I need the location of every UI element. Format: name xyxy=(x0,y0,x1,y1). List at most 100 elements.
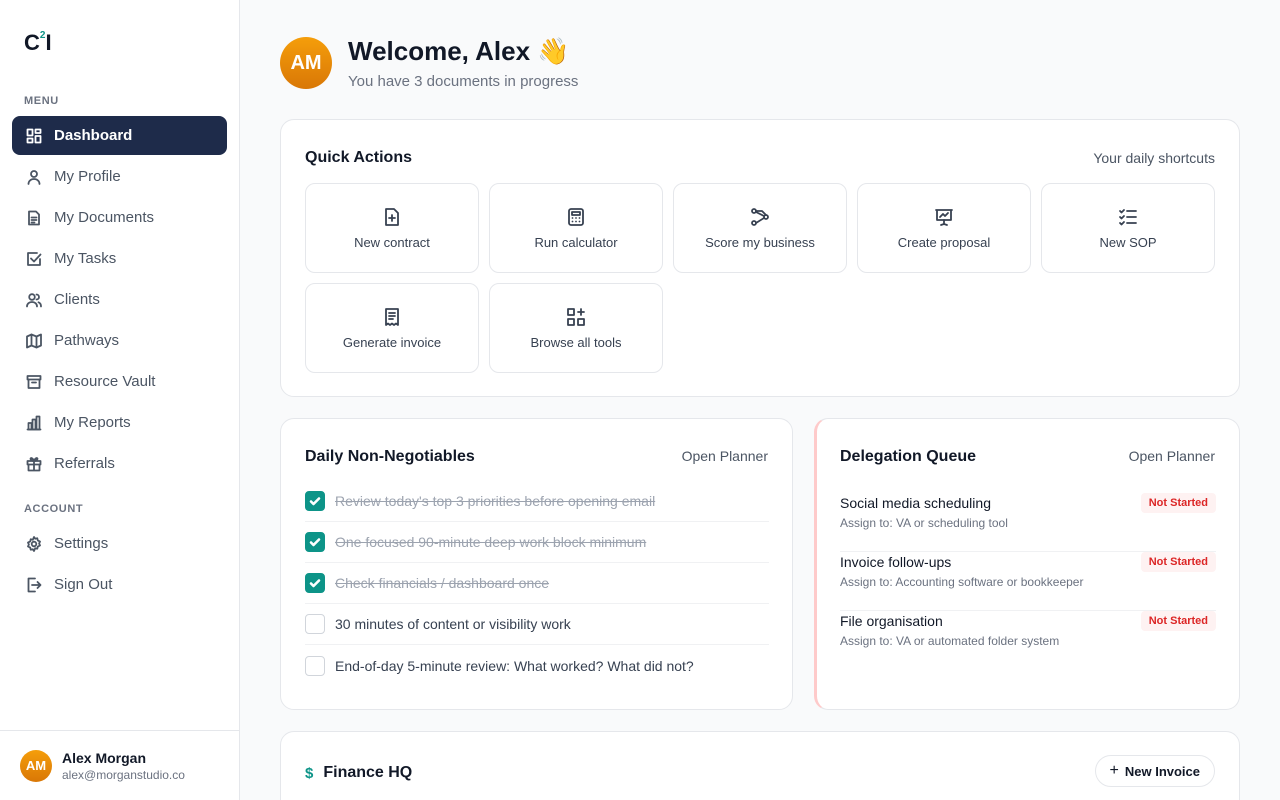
delegation-item[interactable]: Social media scheduling Assign to: VA or… xyxy=(840,493,1216,552)
file-plus-icon xyxy=(385,207,399,226)
delegation-item-name: Invoice follow-ups xyxy=(840,554,952,570)
dashboard-icon xyxy=(26,128,42,144)
daily-non-negotiables-card: Daily Non-Negotiables Open Planner Revie… xyxy=(280,418,793,710)
checklist-item[interactable]: Review today's top 3 priorities before o… xyxy=(305,481,769,522)
welcome-header: AM Welcome, Alex 👋 You have 3 documents … xyxy=(280,36,578,90)
check-icon xyxy=(309,579,321,588)
plus-icon: + xyxy=(1109,762,1119,779)
checkbox-checked[interactable] xyxy=(305,491,325,511)
bar-chart-icon xyxy=(26,415,42,431)
page-title: Welcome, Alex 👋 xyxy=(348,36,570,66)
delegation-queue-title: Delegation Queue xyxy=(840,448,977,465)
sidebar-item-dashboard[interactable]: Dashboard xyxy=(12,116,227,155)
sidebar-item-label: My Profile xyxy=(54,168,121,185)
sidebar-item-pathways[interactable]: Pathways xyxy=(12,321,227,360)
delegation-queue-card: Delegation Queue Open Planner Social med… xyxy=(814,418,1240,710)
score-my-business-button[interactable]: Score my business xyxy=(673,183,847,273)
sidebar-item-my-documents[interactable]: My Documents xyxy=(12,198,227,237)
checkbox-unchecked[interactable] xyxy=(305,655,325,676)
delegation-list: Social media scheduling Assign to: VA or… xyxy=(840,493,1216,670)
checkbox-checked[interactable] xyxy=(305,573,325,593)
account-nav: Settings Sign Out xyxy=(12,524,227,606)
gift-icon xyxy=(26,456,42,472)
sidebar-item-label: Dashboard xyxy=(54,127,133,144)
delegation-item[interactable]: File organisation Assign to: VA or autom… xyxy=(840,611,1216,670)
generate-invoice-button[interactable]: Generate invoice xyxy=(305,283,479,373)
sidebar-item-my-reports[interactable]: My Reports xyxy=(12,403,227,442)
users-icon xyxy=(26,292,42,308)
route-icon xyxy=(751,207,769,226)
sidebar-item-label: Sign Out xyxy=(54,576,113,593)
user-icon xyxy=(26,169,42,185)
quick-actions-card: Quick Actions Your daily shortcuts New c… xyxy=(280,119,1240,397)
sidebar-item-resource-vault[interactable]: Resource Vault xyxy=(12,362,227,401)
quick-action-label: Browse all tools xyxy=(530,334,622,350)
sidebar-item-settings[interactable]: Settings xyxy=(12,524,227,563)
delegation-item-assignee: Assign to: VA or scheduling tool xyxy=(840,516,1008,530)
check-icon xyxy=(309,497,321,506)
delegation-item-assignee: Assign to: Accounting software or bookke… xyxy=(840,575,1084,589)
delegation-item[interactable]: Invoice follow-ups Assign to: Accounting… xyxy=(840,552,1216,611)
sidebar-item-sign-out[interactable]: Sign Out xyxy=(12,565,227,604)
status-badge: Not Started xyxy=(1140,552,1216,572)
sidebar-item-label: Pathways xyxy=(54,332,120,349)
sidebar-item-label: Resource Vault xyxy=(54,373,156,390)
quick-action-label: New contract xyxy=(354,234,430,250)
checklist-item-label: Review today's top 3 priorities before o… xyxy=(335,493,656,509)
sidebar-item-clients[interactable]: Clients xyxy=(12,280,227,319)
account-section-label: ACCOUNT xyxy=(24,503,84,515)
new-invoice-label: New Invoice xyxy=(1124,763,1200,779)
app-logo[interactable]: C2I xyxy=(24,30,52,56)
run-calculator-button[interactable]: Run calculator xyxy=(489,183,663,273)
browse-all-tools-button[interactable]: Browse all tools xyxy=(489,283,663,373)
sidebar-item-my-profile[interactable]: My Profile xyxy=(12,157,227,196)
status-badge: Not Started xyxy=(1140,611,1216,631)
map-icon xyxy=(26,333,42,349)
finance-hq-header: $ Finance HQ xyxy=(305,764,412,782)
sidebar-item-my-tasks[interactable]: My Tasks xyxy=(12,239,227,278)
grid-plus-icon xyxy=(567,307,585,326)
finance-hq-title: Finance HQ xyxy=(323,764,413,781)
avatar[interactable]: AM xyxy=(280,37,332,89)
checklist-item[interactable]: One focused 90-minute deep work block mi… xyxy=(305,522,769,563)
user-name: Alex Morgan xyxy=(62,749,147,766)
sidebar: C2I MENU Dashboard My Profile My Documen… xyxy=(0,0,240,800)
delegation-item-name: Social media scheduling xyxy=(840,495,991,511)
receipt-icon xyxy=(385,307,399,326)
quick-action-label: Create proposal xyxy=(897,234,991,250)
sidebar-item-referrals[interactable]: Referrals xyxy=(12,444,227,483)
status-badge: Not Started xyxy=(1140,493,1216,513)
user-profile-card[interactable]: AM Alex Morgan alex@morganstudio.co xyxy=(0,730,240,800)
open-planner-link[interactable]: Open Planner xyxy=(682,448,768,464)
dollar-icon: $ xyxy=(305,764,314,782)
document-icon xyxy=(26,210,42,226)
create-proposal-button[interactable]: Create proposal xyxy=(857,183,1031,273)
non-negotiables-list: Review today's top 3 priorities before o… xyxy=(305,481,769,686)
user-email: alex@morganstudio.co xyxy=(62,767,185,782)
checkbox-checked[interactable] xyxy=(305,532,325,552)
presentation-icon xyxy=(935,208,953,226)
sidebar-item-label: Clients xyxy=(54,291,100,308)
checkbox-unchecked[interactable] xyxy=(305,614,325,634)
main-content: AM Welcome, Alex 👋 You have 3 documents … xyxy=(240,0,1280,800)
checklist-item-label: 30 minutes of content or visibility work xyxy=(335,616,571,632)
checklist-item-label: One focused 90-minute deep work block mi… xyxy=(335,534,647,550)
sidebar-item-label: My Documents xyxy=(54,209,155,226)
quick-actions-subtitle: Your daily shortcuts xyxy=(1093,150,1215,166)
avatar: AM xyxy=(20,749,52,782)
quick-actions-title: Quick Actions xyxy=(305,149,412,166)
checklist-item[interactable]: Check financials / dashboard once xyxy=(305,563,769,604)
new-invoice-button[interactable]: + New Invoice xyxy=(1094,755,1215,787)
quick-action-label: Run calculator xyxy=(534,234,618,250)
new-contract-button[interactable]: New contract xyxy=(305,183,479,273)
checkbox-icon xyxy=(26,251,42,267)
open-planner-link[interactable]: Open Planner xyxy=(1129,448,1215,464)
quick-action-label: Generate invoice xyxy=(342,334,442,350)
checklist-item[interactable]: 30 minutes of content or visibility work xyxy=(305,604,769,645)
checklist-item[interactable]: End-of-day 5-minute review: What worked?… xyxy=(305,645,769,686)
new-sop-button[interactable]: New SOP xyxy=(1041,183,1215,273)
quick-actions-grid: New contract Run calculator Score my bus… xyxy=(305,183,1215,373)
checklist-item-label: End-of-day 5-minute review: What worked?… xyxy=(335,657,694,674)
gear-icon xyxy=(26,535,42,552)
main-nav: Dashboard My Profile My Documents My Tas… xyxy=(12,116,227,485)
